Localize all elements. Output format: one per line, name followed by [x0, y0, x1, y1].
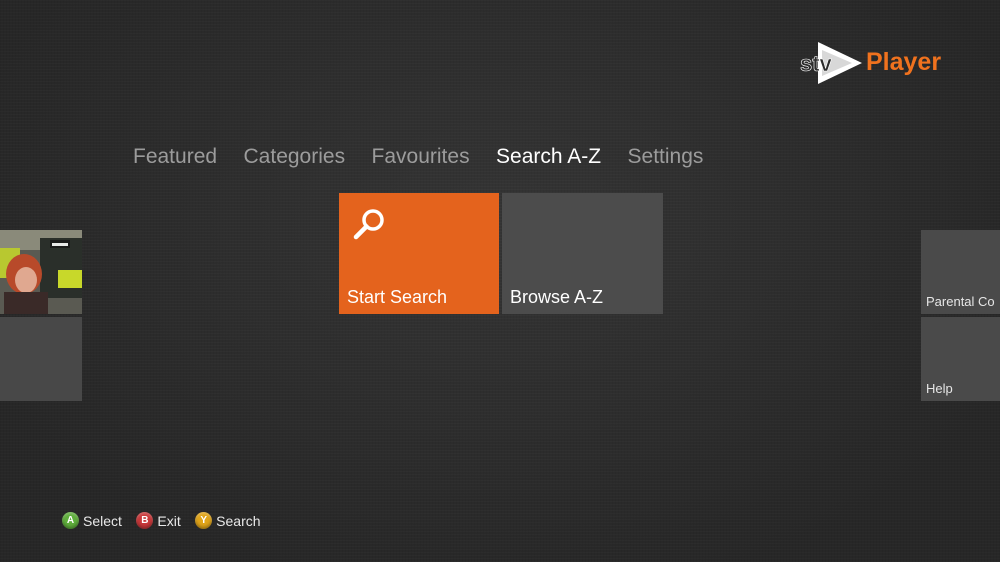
left-blank-tile[interactable] — [0, 317, 82, 401]
stv-player-logo: stv Player — [800, 40, 950, 90]
nav-settings[interactable]: Settings — [628, 145, 704, 169]
help-label: Help — [926, 381, 953, 396]
b-button-icon: B — [136, 512, 154, 530]
help-tile[interactable]: Help — [921, 317, 1000, 401]
hint-select-label: Select — [83, 512, 122, 529]
parental-controls-tile[interactable]: Parental Co — [921, 230, 1000, 314]
controller-hints: A Select B Exit Y Search — [62, 512, 271, 532]
nav-favourites[interactable]: Favourites — [372, 145, 470, 169]
hint-search-label: Search — [216, 512, 261, 529]
start-search-label: Start Search — [347, 287, 448, 307]
y-button-icon: Y — [195, 512, 213, 530]
hint-exit: B Exit — [136, 512, 181, 530]
hint-exit-label: Exit — [157, 512, 181, 529]
start-search-tile[interactable]: Start Search — [339, 193, 499, 314]
player-wordmark: Player — [866, 48, 942, 76]
main-nav: Featured Categories Favourites Search A-… — [133, 145, 725, 175]
browse-az-label: Browse A-Z — [510, 287, 604, 307]
browse-az-tile[interactable]: Browse A-Z — [502, 193, 663, 314]
svg-text:stv: stv — [800, 51, 833, 76]
nav-search-az[interactable]: Search A-Z — [496, 145, 601, 169]
stv-logo-icon: stv — [800, 42, 862, 84]
nav-categories[interactable]: Categories — [244, 145, 346, 169]
programme-thumbnail-tile[interactable] — [0, 230, 82, 314]
a-button-icon: A — [62, 512, 79, 530]
programme-thumbnail-icon — [0, 230, 82, 314]
search-icon — [353, 209, 384, 240]
nav-featured[interactable]: Featured — [133, 145, 217, 169]
parental-controls-label: Parental Co — [926, 294, 995, 309]
hint-select: A Select — [62, 512, 122, 530]
hint-search: Y Search — [195, 512, 261, 530]
